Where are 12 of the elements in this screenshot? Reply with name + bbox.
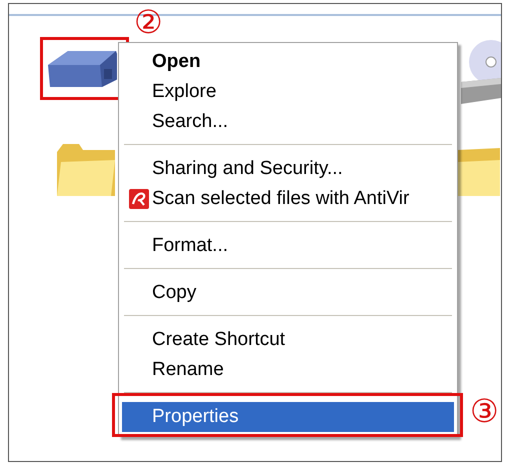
menu-item[interactable]: Properties (122, 402, 454, 432)
menu-item[interactable]: Search... (122, 107, 454, 137)
menu-item[interactable]: Copy (122, 278, 454, 308)
menu-item[interactable]: Create Shortcut (122, 325, 454, 355)
menu-item[interactable]: Explore (122, 77, 454, 107)
menu-item[interactable]: Format... (122, 231, 454, 261)
menu-item[interactable]: Open (122, 47, 454, 77)
menu-item[interactable]: Rename (122, 355, 454, 385)
step-number: ② (134, 5, 163, 40)
menu-item[interactable]: Scan selected files with AntiVir (122, 184, 454, 214)
menu-item[interactable]: Sharing and Security... (122, 154, 454, 184)
step-number: ③ (470, 394, 499, 429)
